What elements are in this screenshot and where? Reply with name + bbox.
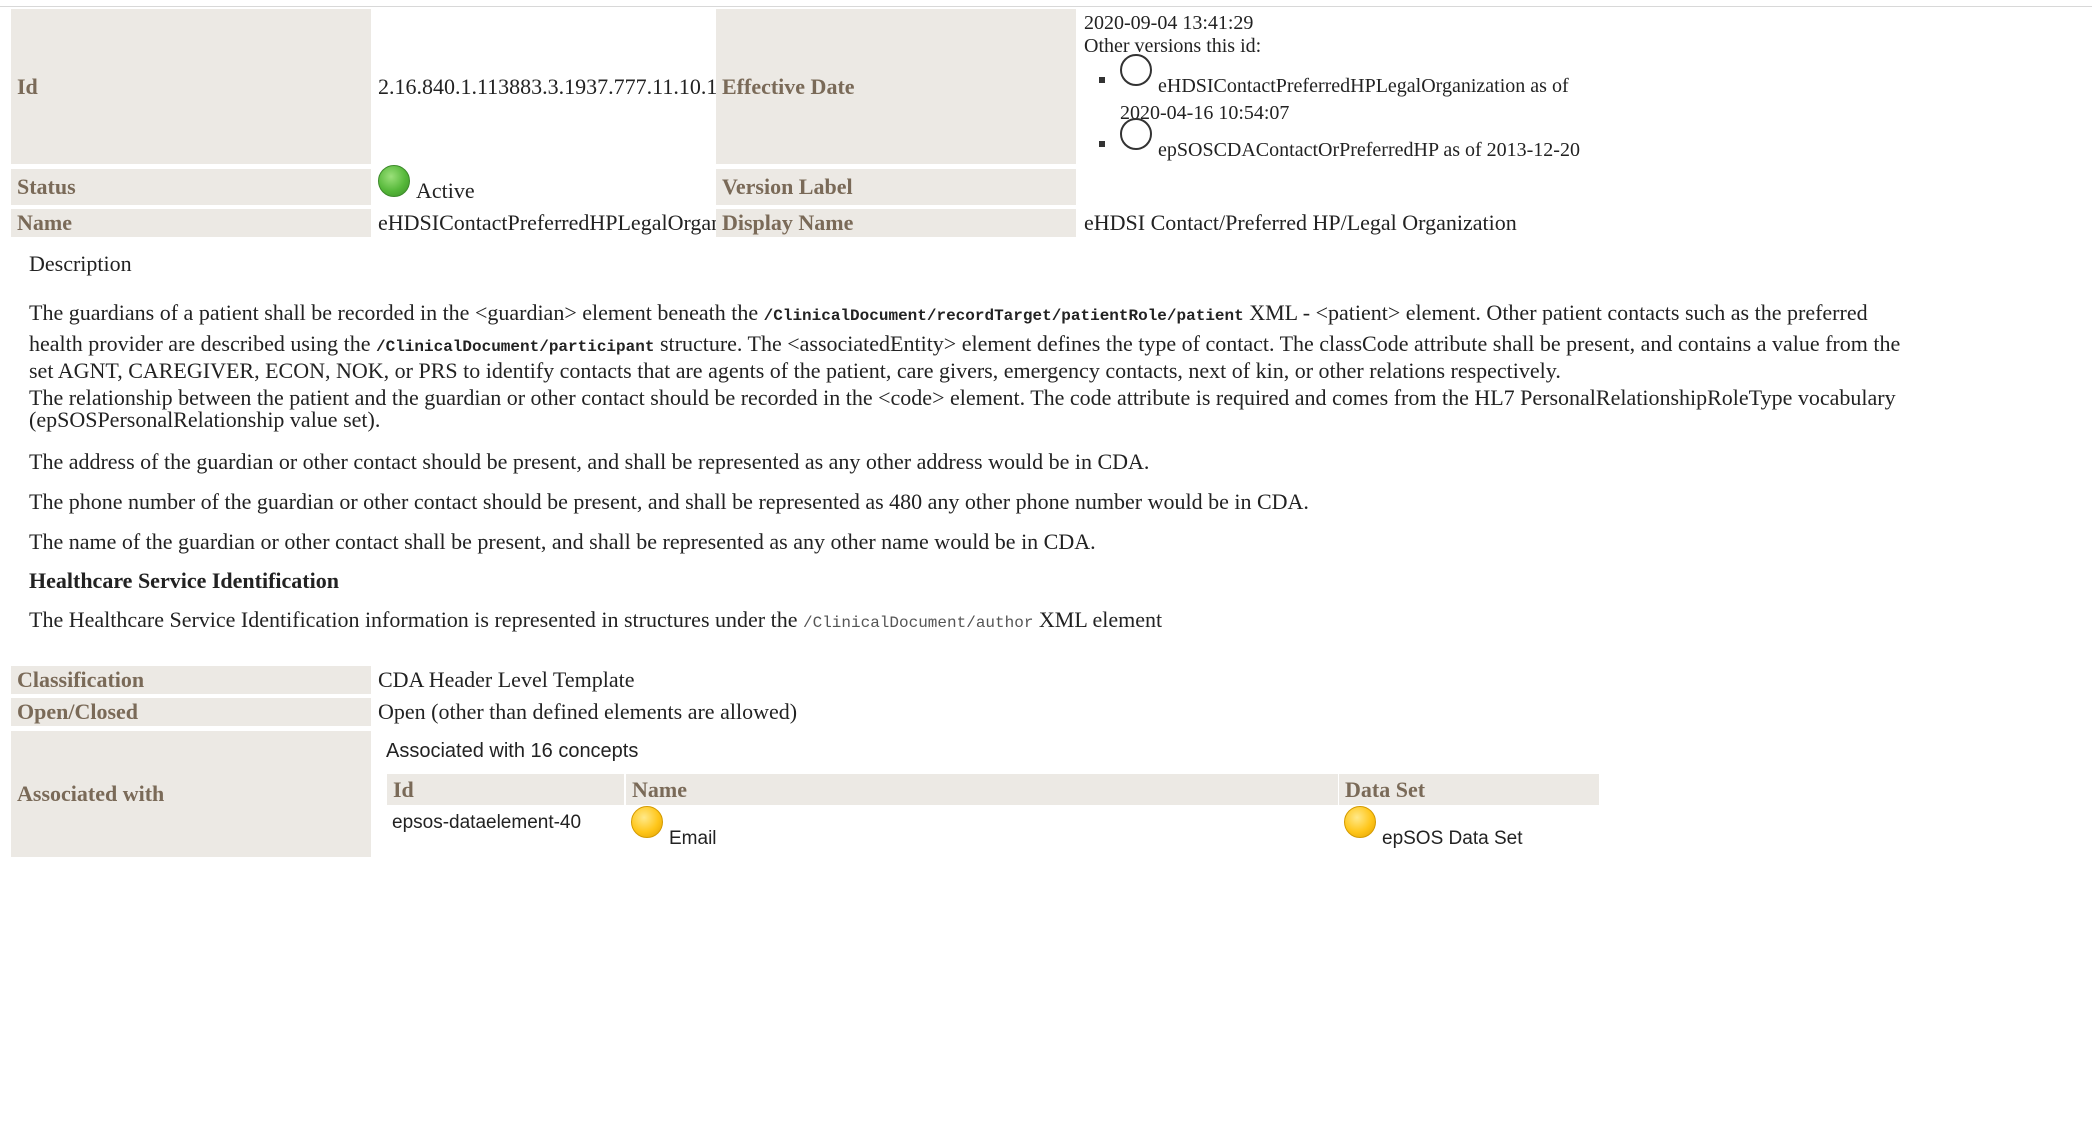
id-label-text: Id: [17, 73, 38, 99]
open-closed-value: Open (other than defined elements are al…: [378, 699, 798, 724]
name-value-cell: eHDSIContactPreferredHPLegalOrganization: [372, 209, 782, 237]
effective-date-value: 2020-09-04 13:41:29: [1084, 12, 1254, 34]
version-label-label-text: Version Label: [722, 174, 853, 199]
open-closed-value-cell: Open (other than defined elements are al…: [372, 698, 1372, 726]
paragraph-line: The relationship between the patient and…: [29, 385, 1896, 410]
version-label-value: [1078, 169, 2078, 205]
name-label-text: Name: [17, 210, 72, 235]
text: XML - <patient> element. Other patient c…: [1243, 300, 1868, 325]
xpath-code: /ClinicalDocument/author: [802, 614, 1034, 632]
concepts-col-id[interactable]: Id: [387, 774, 624, 805]
id-value-cell: 2.16.840.1.113883.3.1937.777.11.10.101: [372, 9, 739, 164]
description-paragraph-6: The Healthcare Service Identification in…: [29, 604, 2089, 639]
status-active-icon: [378, 165, 410, 197]
effective-date-label: Effective Date: [716, 9, 1076, 164]
classification-label-text: Classification: [17, 667, 145, 692]
associated-with-label: Associated with: [11, 731, 371, 857]
radio-circle-icon[interactable]: [1120, 54, 1152, 86]
paragraph-line: set AGNT, CAREGIVER, ECON, NOK, or PRS t…: [29, 358, 1561, 383]
description-paragraph-1: The guardians of a patient shall be reco…: [29, 297, 2089, 383]
associated-summary: Associated with 16 concepts: [386, 740, 639, 762]
status-label-text: Status: [17, 174, 76, 199]
description-paragraph-2: The relationship between the patient and…: [29, 387, 2089, 431]
open-closed-label-text: Open/Closed: [17, 699, 139, 724]
display-name-label-text: Display Name: [722, 210, 854, 235]
effective-date-cell: 2020-09-04 13:41:29 Other versions this …: [1084, 11, 2084, 57]
list-bullet: [1099, 141, 1105, 147]
other-versions-label: Other versions this id:: [1084, 35, 1262, 57]
concept-status-icon: [631, 806, 663, 838]
display-name-value: eHDSI Contact/Preferred HP/Legal Organiz…: [1084, 210, 1517, 235]
description-paragraph-5: The name of the guardian or other contac…: [29, 529, 1096, 554]
description-paragraph-4: The phone number of the guardian or othe…: [29, 489, 1309, 514]
concept-name-cell[interactable]: Email: [631, 806, 717, 856]
other-version-name[interactable]: epSOSCDAContactOrPreferredHP as of 2013-…: [1158, 139, 1580, 161]
status-label: Status: [11, 169, 371, 205]
classification-value-cell: CDA Header Level Template: [372, 666, 1372, 694]
status-value: Active: [416, 178, 475, 203]
paragraph-line: (epSOSPersonalRelationship value set).: [29, 407, 381, 432]
paragraph-line: health provider are described using the …: [29, 332, 2089, 359]
other-version-item-2[interactable]: epSOSCDAContactOrPreferredHP as of 2013-…: [1120, 118, 1580, 164]
list-bullet: [1099, 77, 1105, 83]
paragraph-line: The guardians of a patient shall be reco…: [29, 297, 2089, 332]
text: The Healthcare Service Identification in…: [29, 607, 803, 632]
xpath-code: /ClinicalDocument/participant: [375, 338, 655, 356]
description-label: Description: [29, 251, 132, 276]
dataset-status-icon: [1344, 806, 1376, 838]
concept-id[interactable]: epsos-dataelement-40: [392, 812, 581, 834]
concepts-col-name[interactable]: Name: [626, 774, 1338, 805]
text: XML element: [1033, 607, 1163, 632]
top-border: [0, 6, 2092, 7]
column-header[interactable]: Id: [393, 777, 414, 803]
id-label: Id: [11, 9, 371, 164]
associated-with-label-text: Associated with: [17, 781, 165, 806]
other-version-date: 2020-04-16 10:54:07: [1120, 102, 1290, 124]
effective-date-label-text: Effective Date: [722, 73, 855, 99]
text: structure. The <associatedEntity> elemen…: [654, 331, 1901, 356]
text: health provider are described using the: [29, 331, 376, 356]
description-paragraph-3: The address of the guardian or other con…: [29, 449, 1150, 474]
section-heading: Healthcare Service Identification: [29, 568, 339, 593]
display-name-label: Display Name: [716, 209, 1076, 237]
concept-dataset-cell[interactable]: epSOS Data Set: [1344, 806, 1522, 856]
status-cell: Active: [372, 165, 714, 205]
other-version-item-1[interactable]: eHDSIContactPreferredHPLegalOrganization…: [1120, 54, 1569, 127]
display-name-value-cell: eHDSI Contact/Preferred HP/Legal Organiz…: [1078, 209, 2078, 237]
name-label: Name: [11, 209, 371, 237]
column-header[interactable]: Data Set: [1345, 777, 1425, 803]
text: The guardians of a patient shall be reco…: [29, 300, 764, 325]
xpath-code: /ClinicalDocument/recordTarget/patientRo…: [763, 307, 1244, 325]
concept-name[interactable]: Email: [669, 828, 717, 849]
radio-circle-icon[interactable]: [1120, 118, 1152, 150]
column-header[interactable]: Name: [632, 777, 687, 803]
concepts-col-dataset[interactable]: Data Set: [1339, 774, 1599, 805]
open-closed-label: Open/Closed: [11, 698, 371, 726]
classification-value: CDA Header Level Template: [378, 667, 635, 692]
version-label-label: Version Label: [716, 169, 1076, 205]
id-value: 2.16.840.1.113883.3.1937.777.11.10.101: [378, 73, 740, 99]
other-version-name[interactable]: eHDSIContactPreferredHPLegalOrganization…: [1158, 75, 1569, 97]
classification-label: Classification: [11, 666, 371, 694]
concept-dataset[interactable]: epSOS Data Set: [1382, 828, 1522, 849]
